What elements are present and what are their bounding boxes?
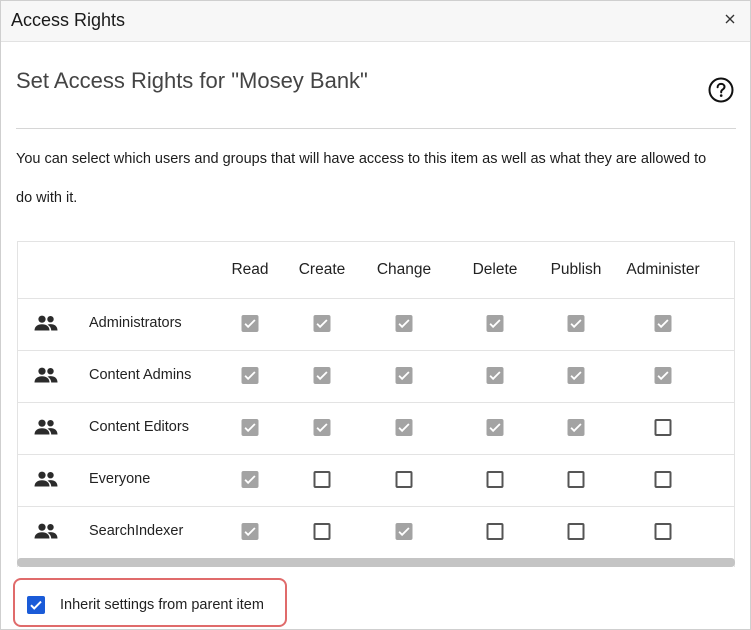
group-name: Everyone: [89, 471, 151, 487]
group-name: SearchIndexer: [89, 523, 184, 539]
checkbox-read[interactable]: [241, 367, 259, 384]
group-icon: [34, 523, 58, 539]
group-icon: [34, 315, 58, 331]
checkbox-publish[interactable]: [567, 315, 585, 332]
checkbox-change[interactable]: [395, 523, 413, 540]
divider: [16, 128, 736, 129]
checkbox-read[interactable]: [241, 419, 259, 436]
checkbox-publish[interactable]: [567, 471, 585, 488]
checkbox-read[interactable]: [241, 471, 259, 488]
horizontal-scrollbar[interactable]: [17, 558, 735, 567]
checkbox-administer[interactable]: [654, 315, 672, 332]
inherit-checkbox-label[interactable]: Inherit settings from parent item: [60, 597, 264, 613]
close-icon[interactable]: [720, 9, 740, 29]
help-icon[interactable]: [708, 77, 734, 103]
checkbox-read[interactable]: [241, 523, 259, 540]
table-row: Content Admins: [18, 350, 734, 403]
scrollbar-thumb[interactable]: [17, 558, 735, 567]
group-icon: [34, 419, 58, 435]
column-header-administer: Administer: [626, 261, 700, 278]
checkbox-administer[interactable]: [654, 419, 672, 436]
inherit-checkbox[interactable]: [27, 596, 45, 614]
access-rights-table: Read Create Change Delete Publish Administer …: [17, 241, 735, 567]
checkbox-publish[interactable]: [567, 419, 585, 436]
inherit-settings-option: Inherit settings from parent item: [13, 578, 287, 627]
checkmark-icon: [30, 600, 42, 610]
dialog-titlebar: Access Rights: [1, 1, 750, 42]
page-heading: Set Access Rights for "Mosey Bank": [16, 68, 368, 93]
group-name: Content Admins: [89, 367, 192, 383]
group-icon: [34, 471, 58, 487]
checkbox-create[interactable]: [313, 471, 331, 488]
checkbox-change[interactable]: [395, 367, 413, 384]
checkbox-delete[interactable]: [486, 523, 504, 540]
checkbox-delete[interactable]: [486, 315, 504, 332]
access-rights-dialog: Access Rights Set Access Rights for "Mos…: [0, 0, 751, 630]
group-icon: [34, 367, 58, 383]
checkbox-change[interactable]: [395, 315, 413, 332]
table-row: SearchIndexer: [18, 506, 734, 558]
checkbox-delete[interactable]: [486, 471, 504, 488]
checkbox-change[interactable]: [395, 419, 413, 436]
checkbox-create[interactable]: [313, 419, 331, 436]
table-row: Administrators: [18, 298, 734, 351]
checkbox-create[interactable]: [313, 523, 331, 540]
table-header: Read Create Change Delete Publish Administer: [18, 242, 734, 299]
column-header-publish: Publish: [550, 261, 602, 278]
column-header-delete: Delete: [472, 261, 518, 278]
checkbox-publish[interactable]: [567, 523, 585, 540]
table-row: Everyone: [18, 454, 734, 507]
checkbox-administer[interactable]: [654, 523, 672, 540]
column-header-read: Read: [231, 261, 269, 278]
checkbox-create[interactable]: [313, 367, 331, 384]
column-header-change: Change: [376, 261, 432, 278]
checkbox-delete[interactable]: [486, 367, 504, 384]
checkbox-administer[interactable]: [654, 367, 672, 384]
group-name: Content Editors: [89, 419, 189, 435]
group-name: Administrators: [89, 315, 182, 331]
dialog-title: Access Rights: [11, 10, 126, 30]
checkbox-publish[interactable]: [567, 367, 585, 384]
checkbox-administer[interactable]: [654, 471, 672, 488]
table-row: Content Editors: [18, 402, 734, 455]
description-text: You can select which users and groups th…: [16, 151, 707, 206]
checkbox-read[interactable]: [241, 315, 259, 332]
checkbox-delete[interactable]: [486, 419, 504, 436]
checkbox-create[interactable]: [313, 315, 331, 332]
column-header-create: Create: [298, 261, 346, 278]
checkbox-change[interactable]: [395, 471, 413, 488]
